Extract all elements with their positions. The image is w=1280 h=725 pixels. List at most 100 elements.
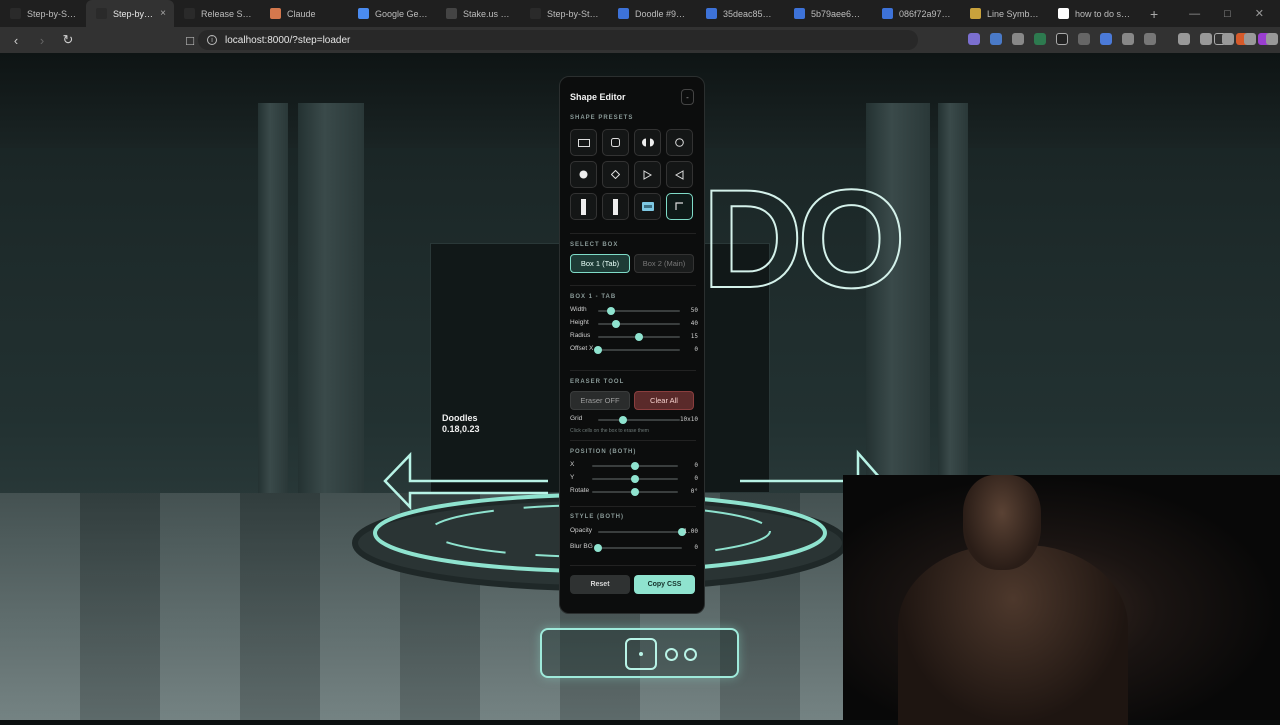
preset-tag[interactable]: [634, 193, 661, 220]
address-bar[interactable]: i localhost:8000/?step=loader: [198, 30, 918, 50]
wallet-icon[interactable]: [1222, 33, 1234, 45]
loader-active-tab: [625, 638, 657, 670]
preset-split-pill[interactable]: [634, 129, 661, 156]
eraser-controls: Eraser OFF Clear All: [570, 391, 694, 410]
preset-corner[interactable]: [666, 193, 693, 220]
collapse-button[interactable]: -: [681, 89, 694, 105]
browser-tab[interactable]: Step-by-Step D: [520, 0, 608, 27]
tab-title: Step-by-St: [113, 8, 155, 19]
vpn-icon[interactable]: [1266, 33, 1278, 45]
slider-opacity[interactable]: Opacity 1.00: [570, 527, 698, 537]
slider-value: 1.00: [683, 528, 698, 535]
slider-thumb[interactable]: [631, 488, 639, 496]
browser-tab[interactable]: Stake.us - The: [436, 0, 520, 27]
preset-tall-bar[interactable]: [570, 193, 597, 220]
extension-8-icon[interactable]: [1144, 33, 1156, 45]
slider-blur-bg[interactable]: Blur BG 0: [570, 543, 698, 553]
extension-6-icon[interactable]: [1078, 33, 1090, 45]
browser-tab[interactable]: 35deac855c99: [696, 0, 784, 27]
slider-track[interactable]: [592, 488, 678, 496]
eraser-hint: Click cells on the box to erase them: [570, 428, 649, 434]
site-info-icon[interactable]: i: [207, 35, 217, 45]
slider-track[interactable]: [594, 346, 680, 354]
eraser-toggle-button[interactable]: Eraser OFF: [570, 391, 630, 410]
slider-track[interactable]: [598, 320, 680, 328]
browser-tab[interactable]: Google Gemini: [348, 0, 436, 27]
preset-tall-bar-2[interactable]: [602, 193, 629, 220]
divider: [570, 565, 696, 566]
bookmark-icon[interactable]: □: [180, 30, 200, 50]
browser-tab[interactable]: Step-by-St ×: [86, 0, 174, 27]
slider-width[interactable]: Width 50: [570, 306, 698, 316]
preset-circle-outline[interactable]: [666, 129, 693, 156]
slider-height[interactable]: Height 40: [570, 319, 698, 329]
slider-value: 10x10: [679, 416, 698, 423]
browser-tab[interactable]: Line Symbols C: [960, 0, 1048, 27]
slider-track[interactable]: [598, 333, 680, 341]
puzzle-icon[interactable]: [1122, 33, 1134, 45]
reload-icon[interactable]: ↻: [58, 30, 78, 50]
slider-thumb[interactable]: [635, 333, 643, 341]
preset-triangle-left[interactable]: [666, 161, 693, 188]
maximize-icon[interactable]: □: [1224, 8, 1231, 20]
x-logo-icon: [10, 8, 21, 19]
slider-track[interactable]: [598, 416, 680, 424]
extension-2-icon[interactable]: [990, 33, 1002, 45]
sidebar-icon[interactable]: [1200, 33, 1212, 45]
browser-tab[interactable]: Release Super: [174, 0, 260, 27]
slider-thumb[interactable]: [594, 544, 602, 552]
slider-grid[interactable]: Grid 10x10: [570, 415, 698, 425]
preset-diamond[interactable]: [602, 161, 629, 188]
slider-rotate[interactable]: Rotate 0°: [570, 487, 698, 497]
back-icon[interactable]: ‹: [6, 30, 26, 50]
browser-tab[interactable]: 5b79aee6a632: [784, 0, 872, 27]
slider-thumb[interactable]: [631, 475, 639, 483]
slider-offset-x[interactable]: Offset X 0: [570, 345, 698, 355]
extension-4-icon[interactable]: [1034, 33, 1046, 45]
slider-track[interactable]: [598, 307, 680, 315]
reset-button[interactable]: Reset: [570, 575, 630, 594]
slider-thumb[interactable]: [607, 307, 616, 315]
slider-x[interactable]: X0: [570, 461, 698, 471]
slider-y[interactable]: Y0: [570, 474, 698, 484]
slider-track[interactable]: [598, 528, 686, 536]
browser-tab[interactable]: how to do stac: [1048, 0, 1140, 27]
copy-css-button[interactable]: Copy CSS: [634, 575, 695, 594]
extension-1-icon[interactable]: [968, 33, 980, 45]
slider-track[interactable]: [592, 462, 678, 470]
slider-track[interactable]: [592, 475, 678, 483]
extension-7-icon[interactable]: [1100, 33, 1112, 45]
extension-3-icon[interactable]: [1012, 33, 1024, 45]
box1-tab-button[interactable]: Box 1 (Tab): [570, 254, 630, 273]
position-section-label: POSITION (BOTH): [570, 449, 637, 455]
media-icon[interactable]: [1178, 33, 1190, 45]
close-tab-icon[interactable]: ×: [160, 8, 166, 19]
box1-section-label: BOX 1 - TAB: [570, 294, 617, 300]
preset-triangle-right[interactable]: [634, 161, 661, 188]
close-window-icon[interactable]: ✕: [1255, 7, 1264, 20]
clear-all-button[interactable]: Clear All: [634, 391, 694, 410]
browser-tab[interactable]: 086f72a97b3a: [872, 0, 960, 27]
new-tab-button[interactable]: +: [1140, 6, 1168, 22]
browser-tab[interactable]: Step-by-Step D: [0, 0, 86, 27]
slider-track[interactable]: [594, 544, 682, 552]
extension-5-icon[interactable]: [1056, 33, 1068, 45]
preset-circle-filled[interactable]: [570, 161, 597, 188]
slider-radius[interactable]: Radius 15: [570, 332, 698, 342]
slider-thumb[interactable]: [612, 320, 621, 328]
divider: [570, 506, 696, 507]
box2-main-button[interactable]: Box 2 (Main): [634, 254, 694, 273]
slider-value: 50: [690, 307, 698, 314]
minimize-icon[interactable]: —: [1189, 8, 1200, 20]
forward-icon[interactable]: ›: [32, 30, 52, 50]
browser-tab[interactable]: Claude: [260, 0, 348, 27]
slider-thumb[interactable]: [631, 462, 639, 470]
eraser-section-label: ERASER TOOL: [570, 379, 625, 385]
slider-thumb[interactable]: [618, 416, 627, 424]
preset-rounded-square[interactable]: [602, 129, 629, 156]
preset-rectangle[interactable]: [570, 129, 597, 156]
tab-title: Release Super: [201, 8, 252, 19]
leo-ai-icon[interactable]: [1244, 33, 1256, 45]
slider-thumb[interactable]: [594, 346, 602, 354]
browser-tab[interactable]: Doodle #9140: [608, 0, 696, 27]
